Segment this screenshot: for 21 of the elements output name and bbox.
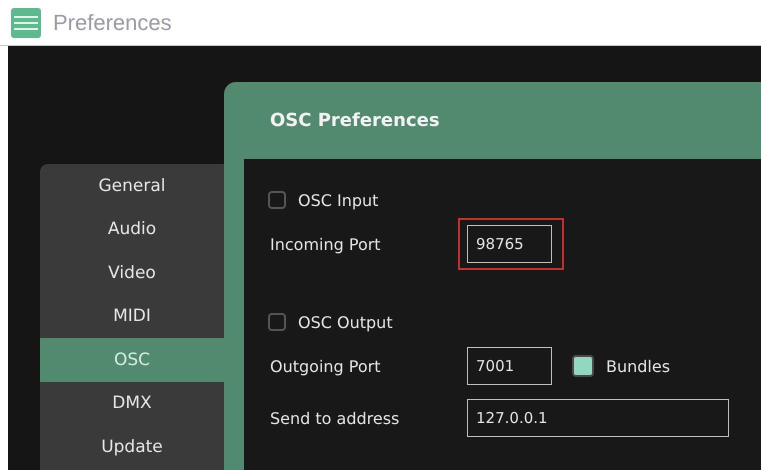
field-label: Outgoing Port — [270, 356, 382, 376]
sidebar-item[interactable]: MIDI — [40, 294, 224, 338]
sidebar-item[interactable]: Update — [40, 425, 224, 468]
field-label: Incoming Port — [270, 234, 382, 254]
input-field[interactable]: 127.0.0.1 — [467, 399, 729, 437]
sidebar-item[interactable]: Video — [40, 251, 224, 294]
panel-title: OSC Preferences — [270, 110, 440, 131]
checkbox-label: Bundles — [606, 356, 670, 376]
checkbox-label: OSC Output — [298, 312, 393, 332]
window-title: Preferences — [53, 10, 172, 36]
input-field[interactable]: 7001 — [467, 347, 552, 385]
sidebar-item[interactable]: Audio — [40, 208, 224, 251]
checkbox[interactable] — [268, 191, 286, 209]
checkbox[interactable] — [268, 313, 286, 331]
app-logo-icon — [11, 8, 41, 38]
sidebar-item[interactable]: DMX — [40, 382, 224, 425]
checkbox[interactable] — [572, 355, 594, 377]
input-field[interactable]: 98765 — [467, 225, 552, 263]
field-label: Send to address — [270, 408, 400, 428]
checkbox-label: OSC Input — [298, 190, 378, 210]
sidebar-item[interactable]: General — [40, 164, 224, 208]
